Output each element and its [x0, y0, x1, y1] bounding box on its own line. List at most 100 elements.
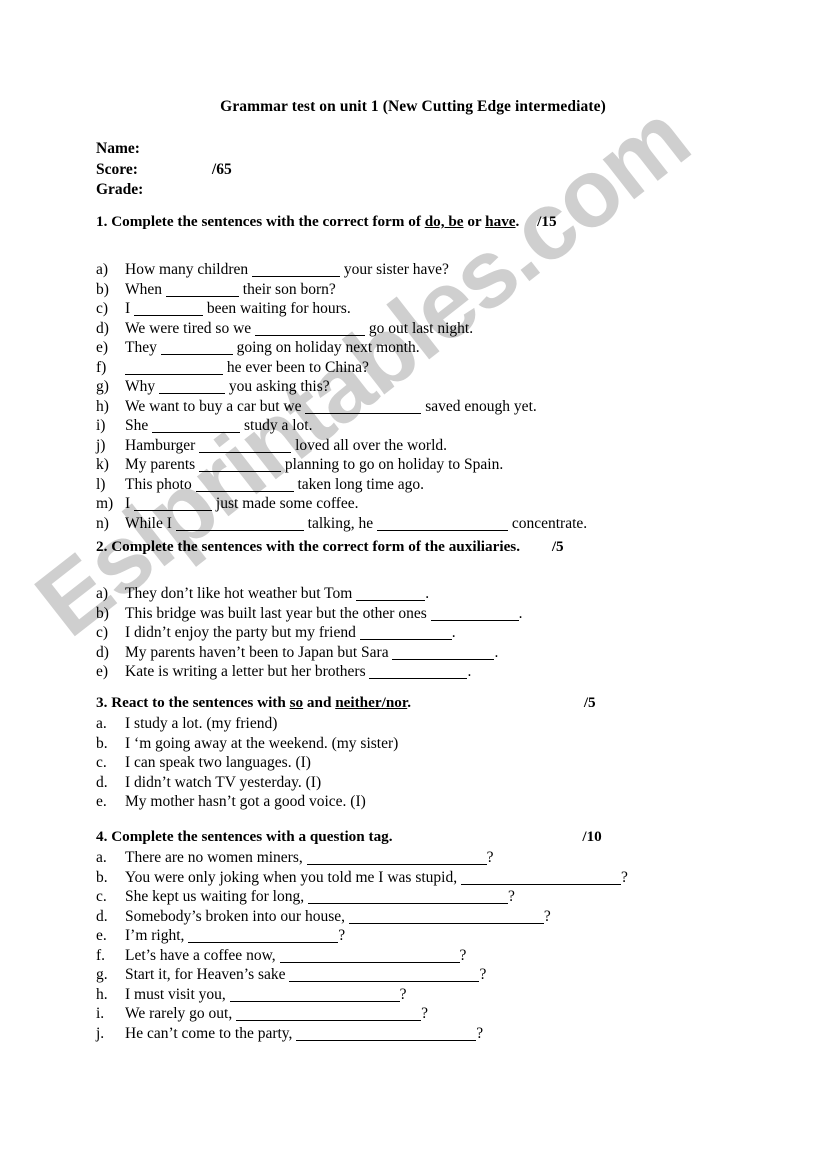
answer-blank[interactable] — [160, 341, 233, 355]
item-marker: m) — [96, 495, 114, 512]
item-marker: g) — [96, 378, 109, 395]
answer-blank[interactable] — [134, 302, 204, 316]
item-text: ? — [476, 1024, 484, 1042]
answer-blank[interactable] — [376, 517, 508, 531]
item-marker: b. — [96, 868, 108, 886]
item-text: ? — [479, 966, 487, 983]
answer-blank[interactable] — [188, 929, 339, 943]
item-text: I must visit you, — [125, 985, 226, 1003]
item-marker: b) — [96, 604, 109, 622]
answer-blank[interactable] — [125, 361, 223, 375]
item-text: ? — [421, 1005, 428, 1022]
answer-blank[interactable] — [305, 400, 422, 414]
item-marker: e. — [96, 927, 107, 944]
answer-blank[interactable] — [229, 988, 400, 1002]
item-text: taken long time ago. — [297, 475, 425, 493]
exercise-3-keyword-2: neither/nor — [335, 694, 408, 711]
exercise-2-points: /5 — [551, 538, 564, 555]
exercise-4-points: /10 — [582, 828, 602, 845]
answer-blank[interactable] — [165, 283, 239, 297]
answer-blank[interactable] — [356, 587, 426, 601]
item-text: ? — [620, 868, 628, 886]
answer-blank[interactable] — [199, 458, 282, 472]
exercise-4-item: e. I’m right, ? — [96, 926, 796, 946]
item-marker: j) — [96, 436, 106, 454]
answer-blank[interactable] — [175, 517, 304, 531]
exercise-4-item: g. Start it, for Heaven’s sake ? — [96, 965, 796, 985]
exercise-1-item: k) My parents planning to go on holiday t… — [96, 455, 796, 475]
item-text: Start it, for Heaven’s sake — [125, 966, 286, 983]
item-text: been waiting for hours. — [206, 300, 351, 317]
item-text: . — [425, 585, 430, 602]
item-text: We were tired so we — [125, 319, 252, 337]
exercise-4-item: c. She kept us waiting for long, ? — [96, 887, 796, 907]
answer-blank[interactable] — [279, 949, 460, 963]
answer-blank[interactable] — [255, 322, 366, 336]
exercise-1-item: j) Hamburger loved all over the world. — [96, 436, 796, 456]
answer-blank[interactable] — [289, 968, 480, 982]
item-marker: c. — [96, 888, 107, 905]
answer-blank[interactable] — [430, 607, 519, 621]
exercise-2-item: e) Kate is writing a letter but her broth… — [96, 662, 796, 682]
grade-field-label: Grade: — [96, 181, 144, 198]
item-marker: c) — [96, 300, 109, 317]
answer-blank[interactable] — [134, 497, 213, 511]
exercise-2: 2. Complete the sentences with the corre… — [96, 538, 796, 682]
exercise-4-heading: 4. Complete the sentences with a questio… — [96, 828, 796, 846]
exercise-1-conjunction: or — [467, 213, 482, 230]
exercise-4-item: f. Let’s have a coffee now, ? — [96, 946, 796, 966]
item-text: When — [125, 280, 163, 298]
answer-blank[interactable] — [369, 665, 468, 679]
item-marker: d. — [96, 907, 108, 925]
answer-blank[interactable] — [199, 439, 292, 453]
exercise-2-item: b) This bridge was built last year but th… — [96, 604, 796, 624]
exercise-2-item-list: a) They don’t like hot weather but Tom .b… — [96, 584, 796, 682]
answer-blank[interactable] — [348, 910, 544, 924]
item-text: ? — [486, 849, 494, 866]
item-text: He can’t come to the party, — [125, 1024, 293, 1042]
answer-blank[interactable] — [251, 263, 340, 277]
exercise-1-item: g) Why you asking this? — [96, 377, 796, 397]
item-marker: e) — [96, 663, 109, 680]
exercise-4-item: a. There are no women miners, ? — [96, 848, 796, 868]
item-text: This photo — [125, 475, 192, 493]
item-text: . — [494, 643, 499, 661]
exercise-2-item: c) I didn’t enjoy the party but my friend… — [96, 623, 796, 643]
exercise-3-item: e. My mother hasn’t got a good voice. (I) — [96, 792, 796, 812]
item-text: concentrate. — [511, 514, 588, 532]
item-text: I can speak two languages. (I) — [125, 754, 311, 771]
answer-blank[interactable] — [159, 380, 226, 394]
answer-blank[interactable] — [296, 1027, 477, 1041]
exercise-3-heading: 3. React to the sentences with so and ne… — [96, 694, 796, 712]
exercise-1-item: e) They going on holiday next month. — [96, 338, 796, 358]
answer-blank[interactable] — [152, 419, 241, 433]
answer-blank[interactable] — [460, 871, 621, 885]
answer-blank[interactable] — [236, 1007, 422, 1021]
exercise-4: 4. Complete the sentences with a questio… — [96, 828, 796, 1043]
item-text: They don’t like hot weather but Tom — [125, 585, 353, 602]
answer-blank[interactable] — [359, 626, 452, 640]
exercise-3-item: a. I study a lot. (my friend) — [96, 714, 796, 734]
exercise-4-item: b. You were only joking when you told me … — [96, 868, 796, 888]
item-text: Hamburger — [125, 436, 196, 454]
answer-blank[interactable] — [195, 478, 294, 492]
exercise-1-item: b) When their son born? — [96, 280, 796, 300]
item-text: ? — [399, 985, 407, 1003]
exercise-3-item: b. I ‘m going away at the weekend. (my si… — [96, 734, 796, 754]
answer-blank[interactable] — [307, 890, 508, 904]
item-text: . — [518, 604, 523, 622]
exercise-1-heading: 1. Complete the sentences with the corre… — [96, 213, 796, 231]
item-marker: c) — [96, 624, 109, 641]
item-text: She — [125, 417, 149, 434]
exercise-4-number: 4. — [96, 828, 108, 845]
answer-blank[interactable] — [306, 851, 487, 865]
item-text: My parents haven’t been to Japan but Sar… — [125, 643, 389, 661]
exercise-4-item: h. I must visit you, ? — [96, 985, 796, 1005]
answer-blank[interactable] — [392, 646, 495, 660]
item-marker: a) — [96, 261, 109, 278]
name-field-label: Name: — [96, 140, 140, 157]
item-text: ? — [338, 927, 346, 944]
item-text: There are no women miners, — [125, 849, 303, 866]
item-text: going on holiday next month. — [236, 339, 420, 356]
item-text: I didn’t enjoy the party but my friend — [125, 624, 356, 641]
